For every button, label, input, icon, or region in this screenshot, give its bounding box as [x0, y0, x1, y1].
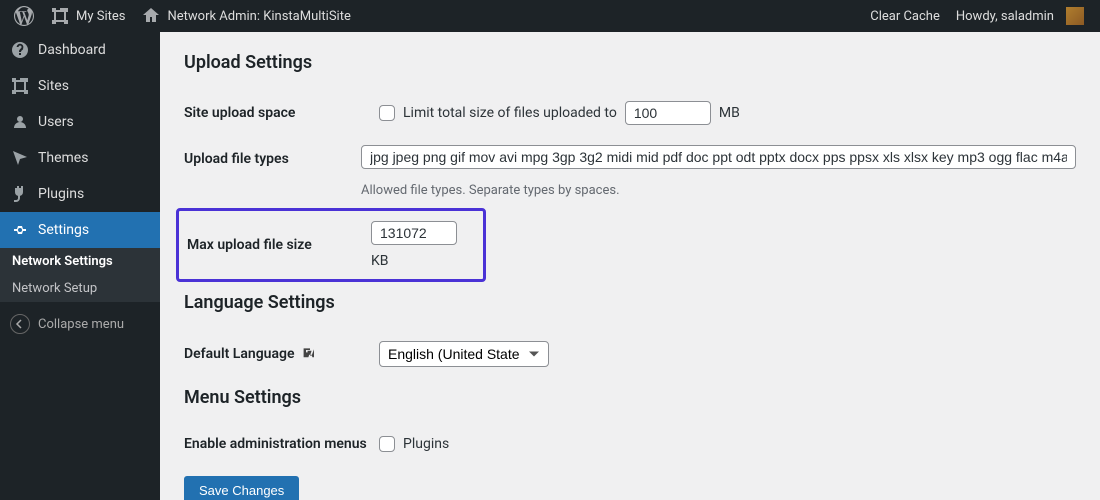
- admin-bar-left: My Sites Network Admin: KinstaMultiSite: [6, 0, 359, 32]
- sidebar-plugins-label: Plugins: [38, 186, 84, 202]
- label-limit-upload: Limit total size of files uploaded to: [403, 105, 617, 121]
- translate-icon: [302, 346, 318, 362]
- admin-bar-right: Clear Cache Howdy, saladmin: [862, 0, 1092, 32]
- sidebar-item-users[interactable]: Users: [0, 104, 160, 140]
- sidebar-item-sites[interactable]: Sites: [0, 68, 160, 104]
- sidebar-item-dashboard[interactable]: Dashboard: [0, 32, 160, 68]
- label-site-upload-space: Site upload space: [184, 105, 379, 121]
- label-upload-file-types: Upload file types: [184, 145, 361, 167]
- label-admin-menus: Enable administration menus: [184, 436, 379, 452]
- row-admin-menus: Enable administration menus Plugins: [184, 426, 1076, 462]
- checkbox-limit-upload[interactable]: [379, 105, 395, 121]
- input-max-upload[interactable]: [371, 221, 457, 245]
- sidebar-users-label: Users: [38, 114, 74, 130]
- section-language-settings: Language Settings: [184, 292, 1076, 313]
- row-site-upload-space: Site upload space Limit total size of fi…: [184, 91, 1076, 135]
- submenu-network-settings[interactable]: Network Settings: [0, 248, 160, 275]
- row-default-language: Default Language English (United States): [184, 331, 1076, 377]
- sidebar-settings-label: Settings: [38, 222, 89, 238]
- network-admin-link[interactable]: Network Admin: KinstaMultiSite: [133, 0, 358, 32]
- clear-cache-label: Clear Cache: [870, 9, 940, 24]
- settings-icon: [10, 220, 30, 240]
- content: Upload Settings Site upload space Limit …: [160, 32, 1100, 500]
- sidebar-themes-label: Themes: [38, 150, 88, 166]
- collapse-label: Collapse menu: [38, 317, 124, 332]
- settings-submenu: Network Settings Network Setup: [0, 248, 160, 302]
- admin-sidebar: Dashboard Sites Users Themes Plugins Set…: [0, 32, 160, 500]
- sidebar-dashboard-label: Dashboard: [38, 42, 106, 58]
- howdy-label: Howdy, saladmin: [956, 9, 1054, 24]
- highlight-max-upload: Max upload file size KB: [176, 208, 486, 282]
- clear-cache-link[interactable]: Clear Cache: [862, 0, 948, 32]
- desc-upload-file-types: Allowed file types. Separate types by sp…: [361, 183, 620, 198]
- unit-mb: MB: [719, 105, 740, 121]
- wordpress-icon: [14, 6, 34, 26]
- label-default-language: Default Language: [184, 346, 379, 362]
- wp-logo-link[interactable]: [6, 0, 42, 32]
- select-default-language[interactable]: English (United States): [379, 341, 549, 367]
- sites-icon: [10, 76, 30, 96]
- sidebar-item-themes[interactable]: Themes: [0, 140, 160, 176]
- submenu-network-setup[interactable]: Network Setup: [0, 275, 160, 302]
- sidebar-sites-label: Sites: [38, 78, 69, 94]
- sidebar-item-plugins[interactable]: Plugins: [0, 176, 160, 212]
- section-menu-settings: Menu Settings: [184, 387, 1076, 408]
- plugins-icon: [10, 184, 30, 204]
- dashboard-icon: [10, 40, 30, 60]
- label-plugins-checkbox: Plugins: [403, 436, 449, 452]
- avatar: [1066, 7, 1084, 25]
- input-upload-file-types[interactable]: [361, 145, 1076, 169]
- admin-bar: My Sites Network Admin: KinstaMultiSite …: [0, 0, 1100, 32]
- howdy-link[interactable]: Howdy, saladmin: [948, 0, 1092, 32]
- label-max-upload: Max upload file size: [179, 237, 371, 253]
- collapse-icon: [10, 314, 30, 334]
- users-icon: [10, 112, 30, 132]
- my-sites-link[interactable]: My Sites: [42, 0, 133, 32]
- checkbox-plugins-menu[interactable]: [379, 436, 395, 452]
- row-upload-file-types: Upload file types Allowed file types. Se…: [184, 135, 1076, 208]
- save-changes-button[interactable]: Save Changes: [184, 476, 299, 500]
- input-upload-space[interactable]: [625, 101, 711, 125]
- unit-kb: KB: [371, 253, 389, 269]
- sites-icon: [50, 6, 70, 26]
- section-upload-settings: Upload Settings: [184, 52, 1076, 73]
- my-sites-label: My Sites: [76, 9, 125, 24]
- home-icon: [141, 6, 161, 26]
- network-admin-label: Network Admin: KinstaMultiSite: [167, 9, 350, 24]
- sidebar-item-settings[interactable]: Settings: [0, 212, 160, 248]
- themes-icon: [10, 148, 30, 168]
- collapse-menu[interactable]: Collapse menu: [0, 306, 160, 342]
